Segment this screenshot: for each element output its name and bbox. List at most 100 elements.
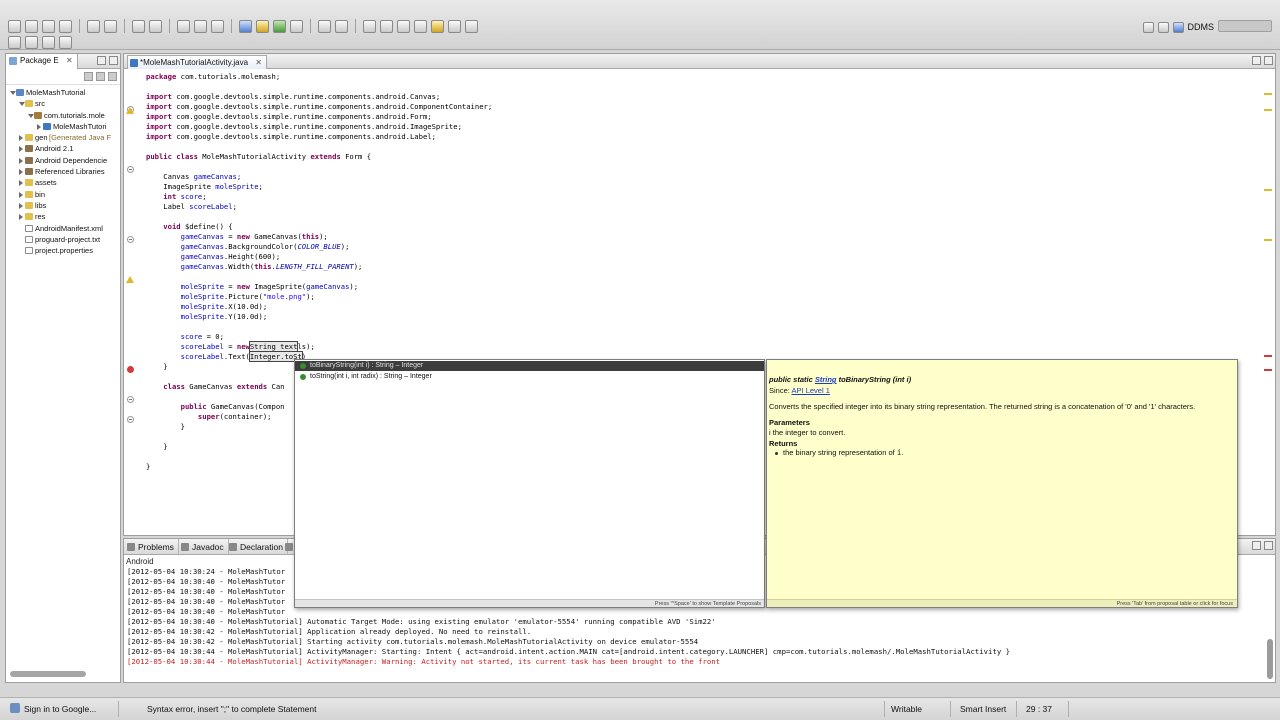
open-perspective-icon[interactable] bbox=[1142, 21, 1154, 33]
search-icon[interactable] bbox=[335, 19, 348, 33]
overview-ruler[interactable] bbox=[1263, 69, 1273, 535]
java-perspective-icon[interactable] bbox=[1157, 21, 1169, 33]
debug-icon[interactable] bbox=[239, 19, 252, 33]
expand-arrow-icon[interactable] bbox=[19, 169, 23, 176]
warning-icon[interactable] bbox=[126, 107, 134, 114]
package-explorer-tab[interactable]: Package E ✕ bbox=[6, 54, 78, 69]
code-line[interactable]: ImageSprite moleSprite; bbox=[146, 182, 263, 192]
code-line[interactable]: super(container); bbox=[146, 412, 272, 422]
code-line[interactable]: gameCanvas.Width(this.LENGTH_FILL_PARENT… bbox=[146, 262, 363, 272]
api-level-link[interactable]: API Level 1 bbox=[792, 386, 830, 395]
next-edit-location-icon[interactable] bbox=[8, 35, 21, 49]
minimize-icon[interactable] bbox=[97, 56, 106, 65]
code-line[interactable]: public GameCanvas(Compon bbox=[146, 402, 285, 412]
back-icon[interactable] bbox=[42, 35, 55, 49]
proposal-item[interactable]: toString(int i, int radix) : String – In… bbox=[295, 372, 764, 382]
code-line[interactable]: gameCanvas.BackgroundColor(COLOR_BLUE); bbox=[146, 242, 350, 252]
skip-breakpoints-icon[interactable] bbox=[177, 19, 190, 33]
tree-item[interactable]: bin bbox=[6, 189, 120, 200]
warning-marker[interactable] bbox=[1264, 93, 1272, 95]
code-line[interactable]: scoreLabel.Text(Integer.toSt) bbox=[146, 351, 306, 362]
tree-item[interactable]: com.tutorials.mole bbox=[6, 110, 120, 121]
pin-editor-icon[interactable] bbox=[465, 19, 478, 33]
proposal-item[interactable]: toBinaryString(int i) : String – Integer bbox=[295, 361, 764, 371]
warning-icon[interactable] bbox=[126, 276, 134, 283]
minimize-icon[interactable] bbox=[1252, 541, 1261, 550]
code-line[interactable]: int score; bbox=[146, 192, 206, 202]
code-line[interactable]: } bbox=[146, 362, 167, 372]
forward-icon[interactable] bbox=[59, 35, 72, 49]
code-line[interactable]: import com.google.devtools.simple.runtim… bbox=[146, 122, 462, 132]
string-type-link[interactable]: String bbox=[815, 375, 837, 384]
expand-arrow-icon[interactable] bbox=[19, 202, 23, 209]
horizontal-scrollbar[interactable] bbox=[10, 671, 86, 677]
code-line[interactable]: import com.google.devtools.simple.runtim… bbox=[146, 112, 432, 122]
annotation-prev-icon[interactable] bbox=[380, 19, 393, 33]
code-line[interactable]: import com.google.devtools.simple.runtim… bbox=[146, 102, 492, 112]
code-line[interactable]: gameCanvas = new GameCanvas(this); bbox=[146, 232, 328, 242]
fold-icon[interactable] bbox=[127, 236, 134, 243]
warning-marker[interactable] bbox=[1264, 109, 1272, 111]
code-line[interactable]: moleSprite.Y(10.0d); bbox=[146, 312, 268, 322]
save-all-icon[interactable] bbox=[42, 19, 55, 33]
collapse-all-icon[interactable] bbox=[84, 72, 93, 81]
expand-arrow-icon[interactable] bbox=[19, 214, 23, 221]
code-line[interactable]: Canvas gameCanvas; bbox=[146, 172, 241, 182]
error-icon[interactable] bbox=[127, 366, 134, 373]
show-whitespace-icon[interactable] bbox=[448, 19, 461, 33]
run-dropdown-icon[interactable] bbox=[290, 19, 303, 33]
save-icon[interactable] bbox=[25, 19, 38, 33]
new-file-icon[interactable] bbox=[8, 19, 21, 33]
code-line[interactable]: scoreLabel = newString textls); bbox=[146, 341, 315, 352]
warning-marker[interactable] bbox=[1264, 189, 1272, 191]
print-icon[interactable] bbox=[59, 19, 72, 33]
code-line[interactable]: moleSprite.Picture("mole.png"); bbox=[146, 292, 315, 302]
open-type-icon[interactable] bbox=[318, 19, 331, 33]
tree-item[interactable]: Android Dependencie bbox=[6, 155, 120, 166]
code-line[interactable]: void $define() { bbox=[146, 222, 232, 232]
code-line[interactable]: moleSprite.X(10.0d); bbox=[146, 302, 268, 312]
expand-arrow-icon[interactable] bbox=[19, 146, 23, 153]
fold-icon[interactable] bbox=[127, 416, 134, 423]
expand-arrow-icon[interactable] bbox=[19, 135, 23, 142]
code-line[interactable]: class GameCanvas extends Can bbox=[146, 382, 284, 392]
code-line[interactable]: } bbox=[146, 462, 150, 472]
maximize-icon[interactable] bbox=[1264, 541, 1273, 550]
view-menu-icon[interactable] bbox=[108, 72, 117, 81]
tree-item[interactable]: src bbox=[6, 98, 120, 109]
warning-marker[interactable] bbox=[1264, 239, 1272, 241]
block-selection-icon[interactable] bbox=[414, 19, 427, 33]
code-line[interactable]: moleSprite = new ImageSprite(gameCanvas)… bbox=[146, 282, 358, 292]
new-android-project-icon[interactable] bbox=[149, 19, 162, 33]
new-package-icon[interactable] bbox=[211, 19, 224, 33]
tree-item[interactable]: Android 2.1 bbox=[6, 143, 120, 154]
expand-arrow-icon[interactable] bbox=[19, 180, 23, 187]
editor-tab[interactable]: *MoleMashTutorialActivity.java ✕ bbox=[127, 55, 267, 69]
last-edit-location-icon[interactable] bbox=[25, 35, 38, 49]
code-line[interactable]: } bbox=[146, 442, 167, 452]
maximize-icon[interactable] bbox=[109, 56, 118, 65]
perspective-overflow[interactable] bbox=[1218, 20, 1272, 32]
code-line[interactable]: package com.tutorials.molemash; bbox=[146, 72, 280, 82]
tree-item[interactable]: libs bbox=[6, 200, 120, 211]
external-tools-icon[interactable] bbox=[256, 19, 269, 33]
expand-arrow-icon[interactable] bbox=[37, 123, 41, 130]
expand-arrow-icon[interactable] bbox=[19, 191, 23, 198]
tree-item[interactable]: assets bbox=[6, 177, 120, 188]
tree-item[interactable]: MoleMashTutori bbox=[6, 121, 120, 132]
fold-icon[interactable] bbox=[127, 166, 134, 173]
tree-item[interactable]: project.properties bbox=[6, 245, 120, 256]
new-java-class-icon[interactable] bbox=[194, 19, 207, 33]
expand-arrow-icon[interactable] bbox=[19, 157, 23, 164]
editor-gutter[interactable] bbox=[124, 69, 137, 535]
fold-icon[interactable] bbox=[127, 396, 134, 403]
annotation-next-icon[interactable] bbox=[363, 19, 376, 33]
maximize-icon[interactable] bbox=[1264, 56, 1273, 65]
close-icon[interactable]: ✕ bbox=[66, 56, 73, 65]
error-marker[interactable] bbox=[1264, 355, 1272, 357]
tree-item[interactable]: AndroidManifest.xml bbox=[6, 223, 120, 234]
tree-item[interactable]: gen [Generated Java F bbox=[6, 132, 120, 143]
code-line[interactable]: gameCanvas.Height(600); bbox=[146, 252, 281, 262]
code-line[interactable]: score = 0; bbox=[146, 332, 224, 342]
code-line[interactable]: import com.google.devtools.simple.runtim… bbox=[146, 132, 436, 142]
